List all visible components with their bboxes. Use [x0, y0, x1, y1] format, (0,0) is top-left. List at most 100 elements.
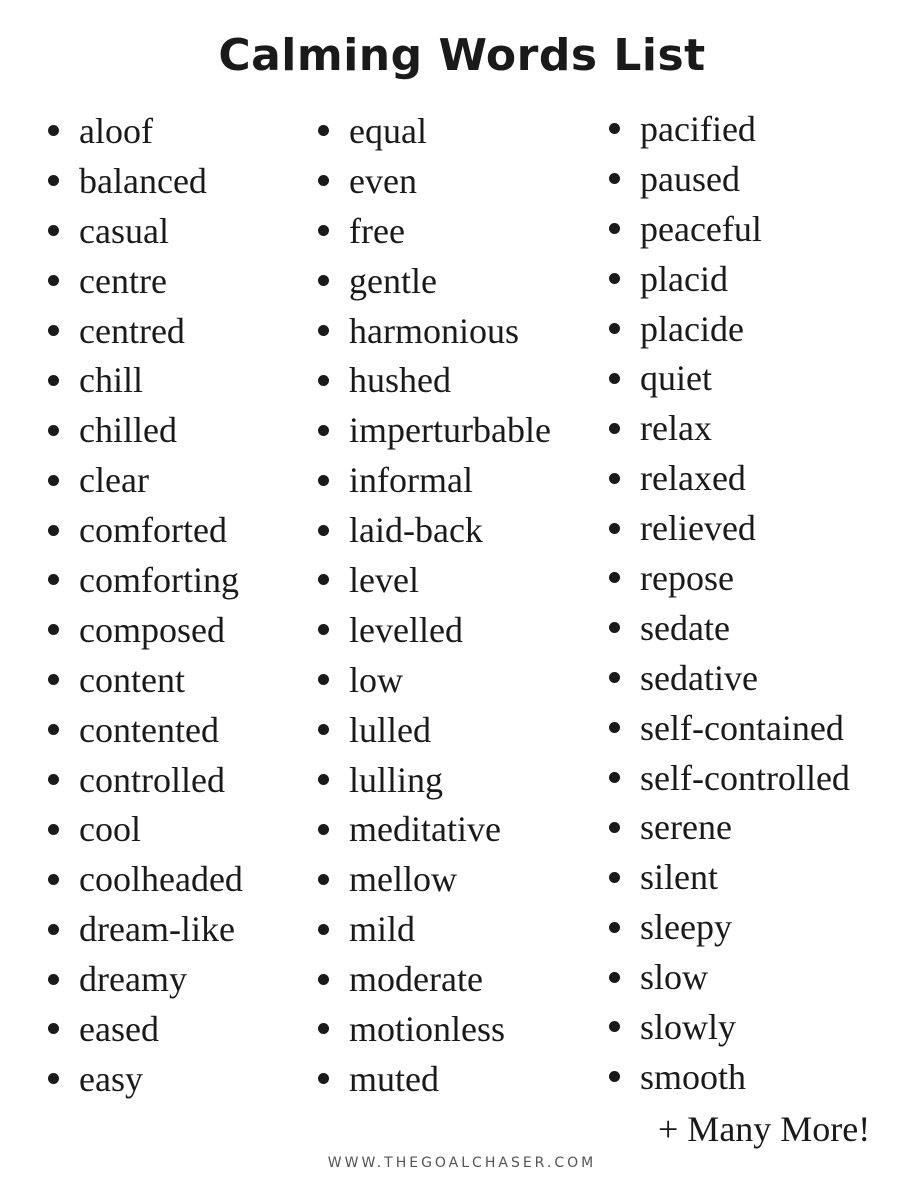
- list-item: hushed: [318, 355, 551, 405]
- word-text: moderate: [349, 959, 483, 1000]
- bullet-icon: [318, 474, 329, 486]
- list-item: pacified: [609, 104, 850, 154]
- word-text: muted: [349, 1058, 439, 1099]
- word-text: placide: [640, 308, 744, 349]
- list-item: muted: [318, 1054, 551, 1104]
- list-item: cool: [48, 804, 243, 854]
- word-text: repose: [640, 557, 734, 598]
- list-item: centred: [48, 306, 243, 356]
- list-item: casual: [48, 206, 243, 256]
- bullet-icon: [609, 422, 620, 434]
- bullet-icon: [609, 572, 620, 584]
- bullet-icon: [318, 1023, 329, 1035]
- word-text: coolheaded: [79, 859, 243, 900]
- word-text: dreamy: [79, 959, 187, 1000]
- bullet-icon: [48, 225, 59, 237]
- bullet-icon: [318, 774, 329, 786]
- bullet-icon: [318, 275, 329, 287]
- word-text: informal: [349, 460, 473, 501]
- list-item: relieved: [609, 503, 850, 553]
- list-item: clear: [48, 455, 243, 505]
- word-text: silent: [640, 857, 718, 898]
- word-text: content: [79, 659, 185, 700]
- word-text: equal: [349, 110, 427, 151]
- bullet-icon: [48, 674, 59, 686]
- bullet-icon: [48, 275, 59, 287]
- word-text: comforted: [79, 510, 227, 551]
- bullet-icon: [318, 175, 329, 187]
- list-item: equal: [318, 106, 551, 156]
- list-item: low: [318, 655, 551, 705]
- list-item: even: [318, 156, 551, 206]
- word-text: mellow: [349, 859, 457, 900]
- list-item: lulling: [318, 755, 551, 805]
- list-item: chilled: [48, 405, 243, 455]
- word-text: meditative: [349, 809, 501, 850]
- list-item: level: [318, 555, 551, 605]
- list-item: dreamy: [48, 954, 243, 1004]
- bullet-icon: [48, 823, 59, 835]
- word-text: low: [349, 659, 403, 700]
- bullet-icon: [318, 1073, 329, 1085]
- list-item: slowly: [609, 1002, 850, 1052]
- word-text: motionless: [349, 1008, 506, 1049]
- list-item: serene: [609, 802, 850, 852]
- list-item: comforting: [48, 555, 243, 605]
- word-text: chill: [79, 360, 143, 401]
- bullet-icon: [609, 173, 620, 185]
- bullet-icon: [48, 624, 59, 636]
- list-item: comforted: [48, 505, 243, 555]
- bullet-icon: [318, 923, 329, 935]
- list-item: easy: [48, 1054, 243, 1104]
- bullet-icon: [48, 873, 59, 885]
- word-text: centre: [79, 260, 167, 301]
- word-text: controlled: [79, 759, 225, 800]
- bullet-icon: [48, 724, 59, 736]
- word-text: chilled: [79, 410, 177, 451]
- list-item: aloof: [48, 106, 243, 156]
- page-title: Calming Words List: [218, 30, 706, 81]
- word-text: mild: [349, 909, 416, 950]
- many-more-label: + Many More!: [658, 1109, 871, 1149]
- list-item: peaceful: [609, 204, 850, 254]
- website-footer: WWW.THEGOALCHASER.COM: [327, 1155, 597, 1171]
- word-text: gentle: [349, 260, 437, 301]
- bullet-icon: [609, 223, 620, 235]
- bullet-icon: [609, 273, 620, 285]
- word-text: self-contained: [640, 707, 844, 748]
- list-item: sedative: [609, 653, 850, 703]
- bullet-icon: [48, 374, 59, 386]
- word-text: serene: [640, 807, 732, 848]
- list-item: relax: [609, 403, 850, 453]
- word-text: aloof: [79, 110, 153, 151]
- list-item: smooth: [609, 1052, 850, 1102]
- bullet-icon: [318, 624, 329, 636]
- word-column-1: aloof balanced casual centre centred chill chi…: [48, 106, 243, 1104]
- bullet-icon: [48, 1073, 59, 1085]
- word-text: lulled: [349, 709, 431, 750]
- list-item: placide: [609, 304, 850, 354]
- word-text: casual: [79, 210, 169, 251]
- list-item: controlled: [48, 755, 243, 805]
- bullet-icon: [609, 1071, 620, 1083]
- list-item: lulled: [318, 705, 551, 755]
- word-text: pacified: [640, 108, 756, 149]
- word-column-3: pacified paused peaceful placid placide quiet…: [609, 104, 850, 1102]
- list-item: silent: [609, 852, 850, 902]
- list-item: centre: [48, 256, 243, 306]
- bullet-icon: [318, 374, 329, 386]
- list-item: mild: [318, 904, 551, 954]
- word-text: easy: [79, 1058, 143, 1099]
- list-item: dream-like: [48, 904, 243, 954]
- bullet-icon: [609, 372, 620, 384]
- bullet-icon: [318, 973, 329, 985]
- bullet-icon: [318, 325, 329, 336]
- bullet-icon: [318, 724, 329, 736]
- word-text: composed: [79, 609, 225, 650]
- list-item: slow: [609, 952, 850, 1002]
- word-text: laid-back: [349, 510, 483, 551]
- word-text: eased: [79, 1008, 159, 1049]
- list-item: levelled: [318, 605, 551, 655]
- bullet-icon: [318, 873, 329, 885]
- list-item: sleepy: [609, 902, 850, 952]
